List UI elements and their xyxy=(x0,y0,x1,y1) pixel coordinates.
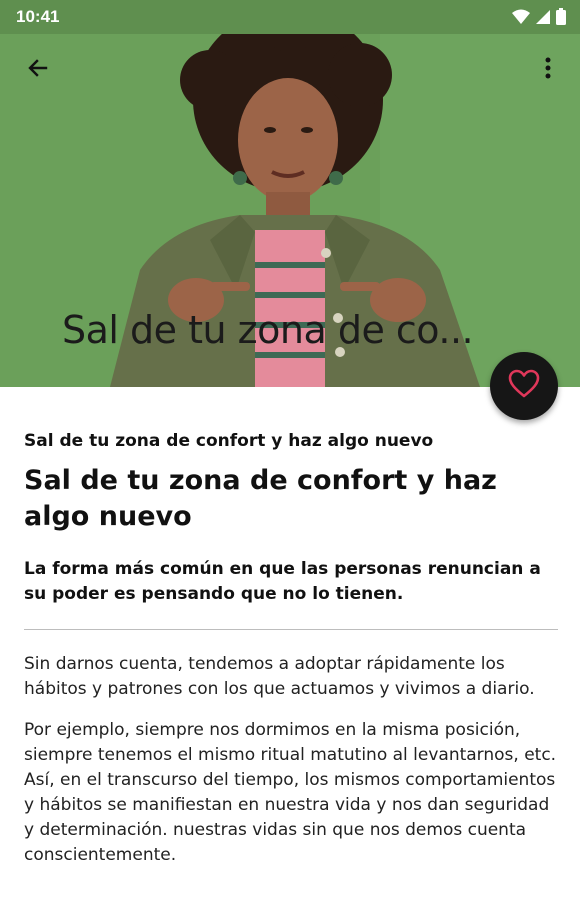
article-title: Sal de tu zona de confort y haz algo nue… xyxy=(24,465,497,532)
divider xyxy=(24,629,558,630)
more-options-button[interactable] xyxy=(534,52,562,88)
heart-outline-icon xyxy=(508,369,540,403)
article-content: Sal de tu zona de confort y haz algo nue… xyxy=(24,387,560,868)
back-button[interactable] xyxy=(20,52,56,88)
hero-title-overlay: Sal de tu zona de co... xyxy=(62,308,474,352)
article-paragraph: Por ejemplo, siempre nos dormimos en la … xyxy=(24,720,557,865)
signal-icon xyxy=(536,9,550,29)
article-lead: La forma más común en que las personas r… xyxy=(24,559,541,604)
status-bar: 10:41 xyxy=(0,0,580,34)
article-subtitle: Sal de tu zona de confort y haz algo nue… xyxy=(24,431,434,451)
more-vert-icon xyxy=(545,57,551,83)
status-icons xyxy=(512,8,566,29)
wifi-icon xyxy=(512,9,530,29)
arrow-back-icon xyxy=(26,56,50,84)
article-paragraph: Sin darnos cuenta, tendemos a adoptar rá… xyxy=(24,654,535,699)
favorite-button[interactable] xyxy=(490,352,558,420)
battery-icon xyxy=(556,8,566,29)
status-time: 10:41 xyxy=(16,7,60,26)
